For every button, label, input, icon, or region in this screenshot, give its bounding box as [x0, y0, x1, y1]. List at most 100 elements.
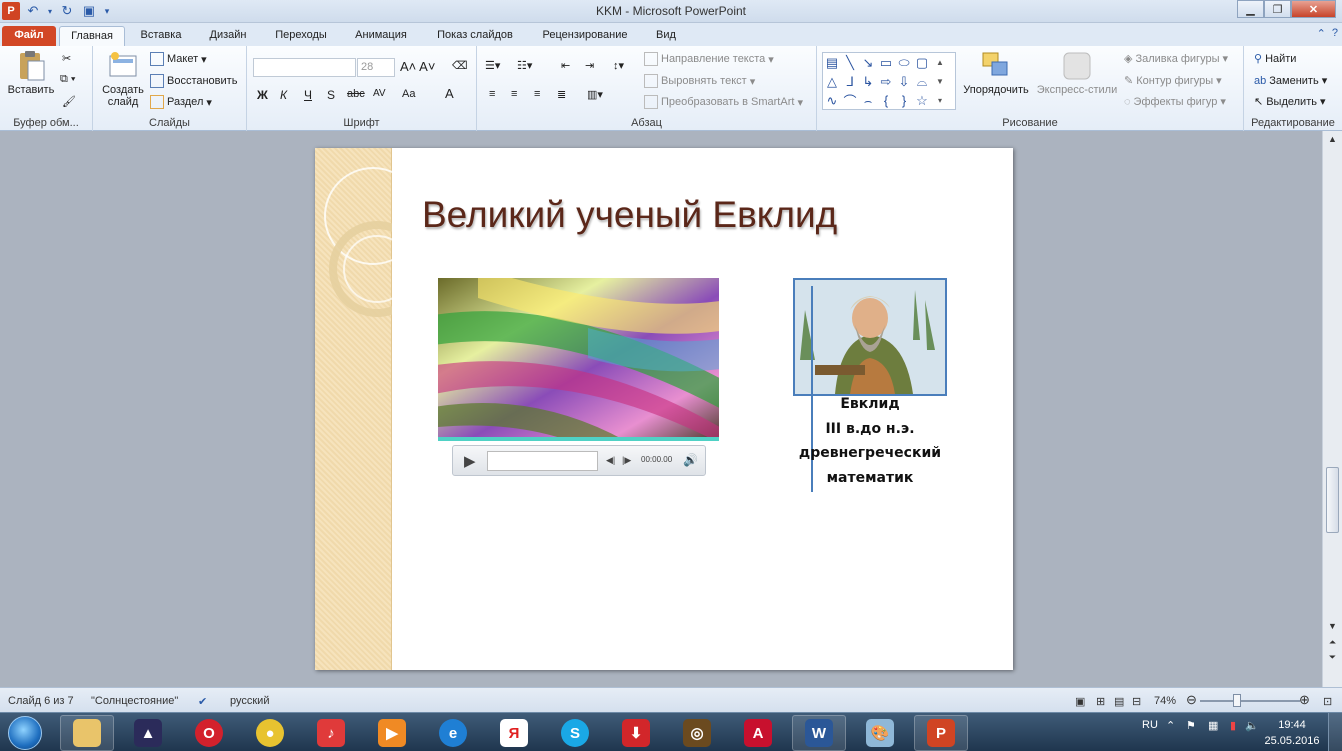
tab-animation[interactable]: Анимация [345, 26, 417, 46]
taskbar-skype[interactable]: S [548, 715, 602, 751]
callout-shape-icon[interactable]: ⌓ [913, 72, 931, 91]
strikethrough-button[interactable]: abc [347, 88, 365, 100]
reset-button[interactable]: Восстановить [150, 74, 237, 88]
battery-icon[interactable]: ▮ [1230, 719, 1236, 732]
smartart-button[interactable]: Преобразовать в SmartArt ▾ [644, 95, 803, 109]
skip-forward-icon[interactable]: |▶ [622, 455, 631, 466]
zoom-slider[interactable] [1200, 700, 1300, 702]
align-right-icon[interactable]: ≡ [534, 88, 540, 100]
taskbar-app-hat[interactable]: ▲ [121, 715, 175, 751]
tab-insert[interactable]: Вставка [130, 26, 192, 46]
video-frame[interactable] [438, 278, 719, 441]
shape-fill-button[interactable]: ◈ Заливка фигуры ▾ [1124, 52, 1228, 66]
taskbar-disc[interactable]: ● [243, 715, 297, 751]
taskbar-downloader[interactable]: ⬇ [609, 715, 663, 751]
volume-tray-icon[interactable]: 🔈 [1245, 719, 1259, 732]
taskbar-explorer[interactable] [60, 715, 114, 751]
font-family-combo[interactable] [253, 58, 356, 77]
volume-icon[interactable]: 🔊 [683, 453, 698, 467]
play-icon[interactable]: ▶ [464, 452, 476, 470]
fit-to-window-icon[interactable]: ⊡ [1323, 695, 1332, 708]
slideshow-view-icon[interactable]: ⊟ [1132, 695, 1141, 708]
quick-styles-button[interactable]: Экспресс-стили [1034, 50, 1120, 96]
network-icon[interactable]: ▦ [1208, 719, 1218, 732]
tab-design[interactable]: Дизайн [200, 26, 256, 46]
slide-canvas[interactable]: Великий ученый Евклид ▶ ◀| |▶ 00:00.00 🔊 [315, 148, 1013, 670]
portrait-caption[interactable]: Евклид III в.до н.э. древнегреческий мат… [793, 392, 947, 490]
font-color-button[interactable]: A [445, 86, 454, 101]
scroll-up-icon[interactable]: ▲ [1323, 134, 1342, 144]
tab-review[interactable]: Рецензирование [532, 26, 638, 46]
start-button[interactable] [3, 714, 47, 751]
right-brace-shape-icon[interactable]: } [895, 91, 913, 110]
left-brace-shape-icon[interactable]: { [877, 91, 895, 110]
taskbar-acrobat[interactable]: A [731, 715, 785, 751]
freeform-shape-icon[interactable]: ⌢ [859, 91, 877, 110]
find-button[interactable]: ⚲ Найти [1254, 52, 1296, 66]
tab-transitions[interactable]: Переходы [266, 26, 336, 46]
select-button[interactable]: ↖ Выделить ▾ [1254, 95, 1326, 109]
action-center-icon[interactable]: ⚑ [1186, 719, 1196, 732]
text-direction-button[interactable]: Направление текста ▾ [644, 52, 774, 66]
grow-font-icon[interactable]: A˄ A˅ [400, 59, 435, 74]
replace-button[interactable]: ab Заменить ▾ [1254, 74, 1327, 88]
curve-shape-icon[interactable]: ∿ [823, 91, 841, 110]
normal-view-icon[interactable]: ▣ [1075, 695, 1085, 708]
taskbar-music[interactable]: ♪ [304, 715, 358, 751]
bullets-icon[interactable]: ☰▾ [485, 59, 500, 72]
copy-icon[interactable]: ⧉ ▾ [60, 73, 76, 86]
taskbar-paint[interactable]: 🎨 [853, 715, 907, 751]
tray-expand-icon[interactable]: ⌃ [1166, 719, 1175, 732]
arrange-button[interactable]: Упорядочить [960, 50, 1032, 96]
help-icon[interactable]: ? [1332, 27, 1338, 40]
theme-name[interactable]: "Солнцестояние" [91, 695, 178, 707]
section-button[interactable]: Раздел ▾ [150, 95, 212, 109]
align-center-icon[interactable]: ≡ [511, 88, 517, 100]
align-text-button[interactable]: Выровнять текст ▾ [644, 74, 755, 88]
skip-back-icon[interactable]: ◀| [606, 455, 615, 466]
font-size-combo[interactable]: 28 [357, 58, 395, 77]
oval-shape-icon[interactable]: ⬭ [895, 53, 913, 72]
taskbar-video[interactable]: ▶ [365, 715, 419, 751]
taskbar-yandex[interactable]: Я [487, 715, 541, 751]
elbow-arrow-icon[interactable]: ↳ [859, 72, 877, 91]
star-shape-icon[interactable]: ☆ [913, 91, 931, 110]
line-spacing-icon[interactable]: ↕▾ [613, 59, 624, 72]
clear-format-icon[interactable]: ⌫ [452, 59, 468, 72]
spellcheck-icon[interactable]: ✔ [198, 695, 207, 708]
scroll-thumb[interactable] [1326, 467, 1339, 533]
gallery-up-icon[interactable]: ▲ [931, 53, 949, 72]
bold-button[interactable]: Ж [257, 88, 268, 102]
ribbon-minimize-icon[interactable]: ⌃ [1317, 27, 1326, 40]
shadow-button[interactable]: S [327, 88, 335, 102]
format-painter-icon[interactable]: 🖌 [62, 95, 76, 108]
arc-shape-icon[interactable]: ⌒ [841, 91, 859, 110]
tab-home[interactable]: Главная [59, 26, 125, 46]
justify-icon[interactable]: ≣ [557, 88, 566, 101]
zoom-in-icon[interactable]: ⊕ [1299, 692, 1310, 708]
zoom-out-icon[interactable]: ⊖ [1186, 692, 1197, 708]
show-desktop-button[interactable] [1328, 713, 1342, 751]
taskbar-opera[interactable]: O [182, 715, 236, 751]
rectangle-shape-icon[interactable]: ▭ [877, 53, 895, 72]
arrow-line-shape-icon[interactable]: ↘ [859, 53, 877, 72]
taskbar-word[interactable]: W [792, 715, 846, 751]
tab-file[interactable]: Файл [2, 26, 56, 46]
input-language[interactable]: RU [1142, 719, 1158, 731]
numbering-icon[interactable]: ☷▾ [517, 59, 532, 72]
paste-button[interactable]: Вставить [5, 50, 57, 96]
vertical-scrollbar[interactable]: ▲ ▼ ⏶ ⏷ [1322, 131, 1342, 687]
restore-icon[interactable]: ❐ [1264, 0, 1291, 18]
triangle-shape-icon[interactable]: △ [823, 72, 841, 91]
down-arrow-shape-icon[interactable]: ⇩ [895, 72, 913, 91]
slide-title[interactable]: Великий ученый Евклид [422, 194, 837, 236]
taskbar-clock[interactable]: 19:44 25.05.2016 [1262, 717, 1322, 749]
layout-button[interactable]: Макет ▾ [150, 52, 207, 66]
zoom-slider-thumb[interactable] [1233, 694, 1241, 707]
seek-bar[interactable] [487, 451, 598, 471]
gallery-more-icon[interactable]: ▾ [931, 91, 949, 110]
prev-slide-icon[interactable]: ⏶ [1323, 637, 1342, 648]
gallery-down-icon[interactable]: ▼ [931, 72, 949, 91]
tab-view[interactable]: Вид [648, 26, 684, 46]
slide-sorter-icon[interactable]: ⊞ [1096, 695, 1105, 708]
